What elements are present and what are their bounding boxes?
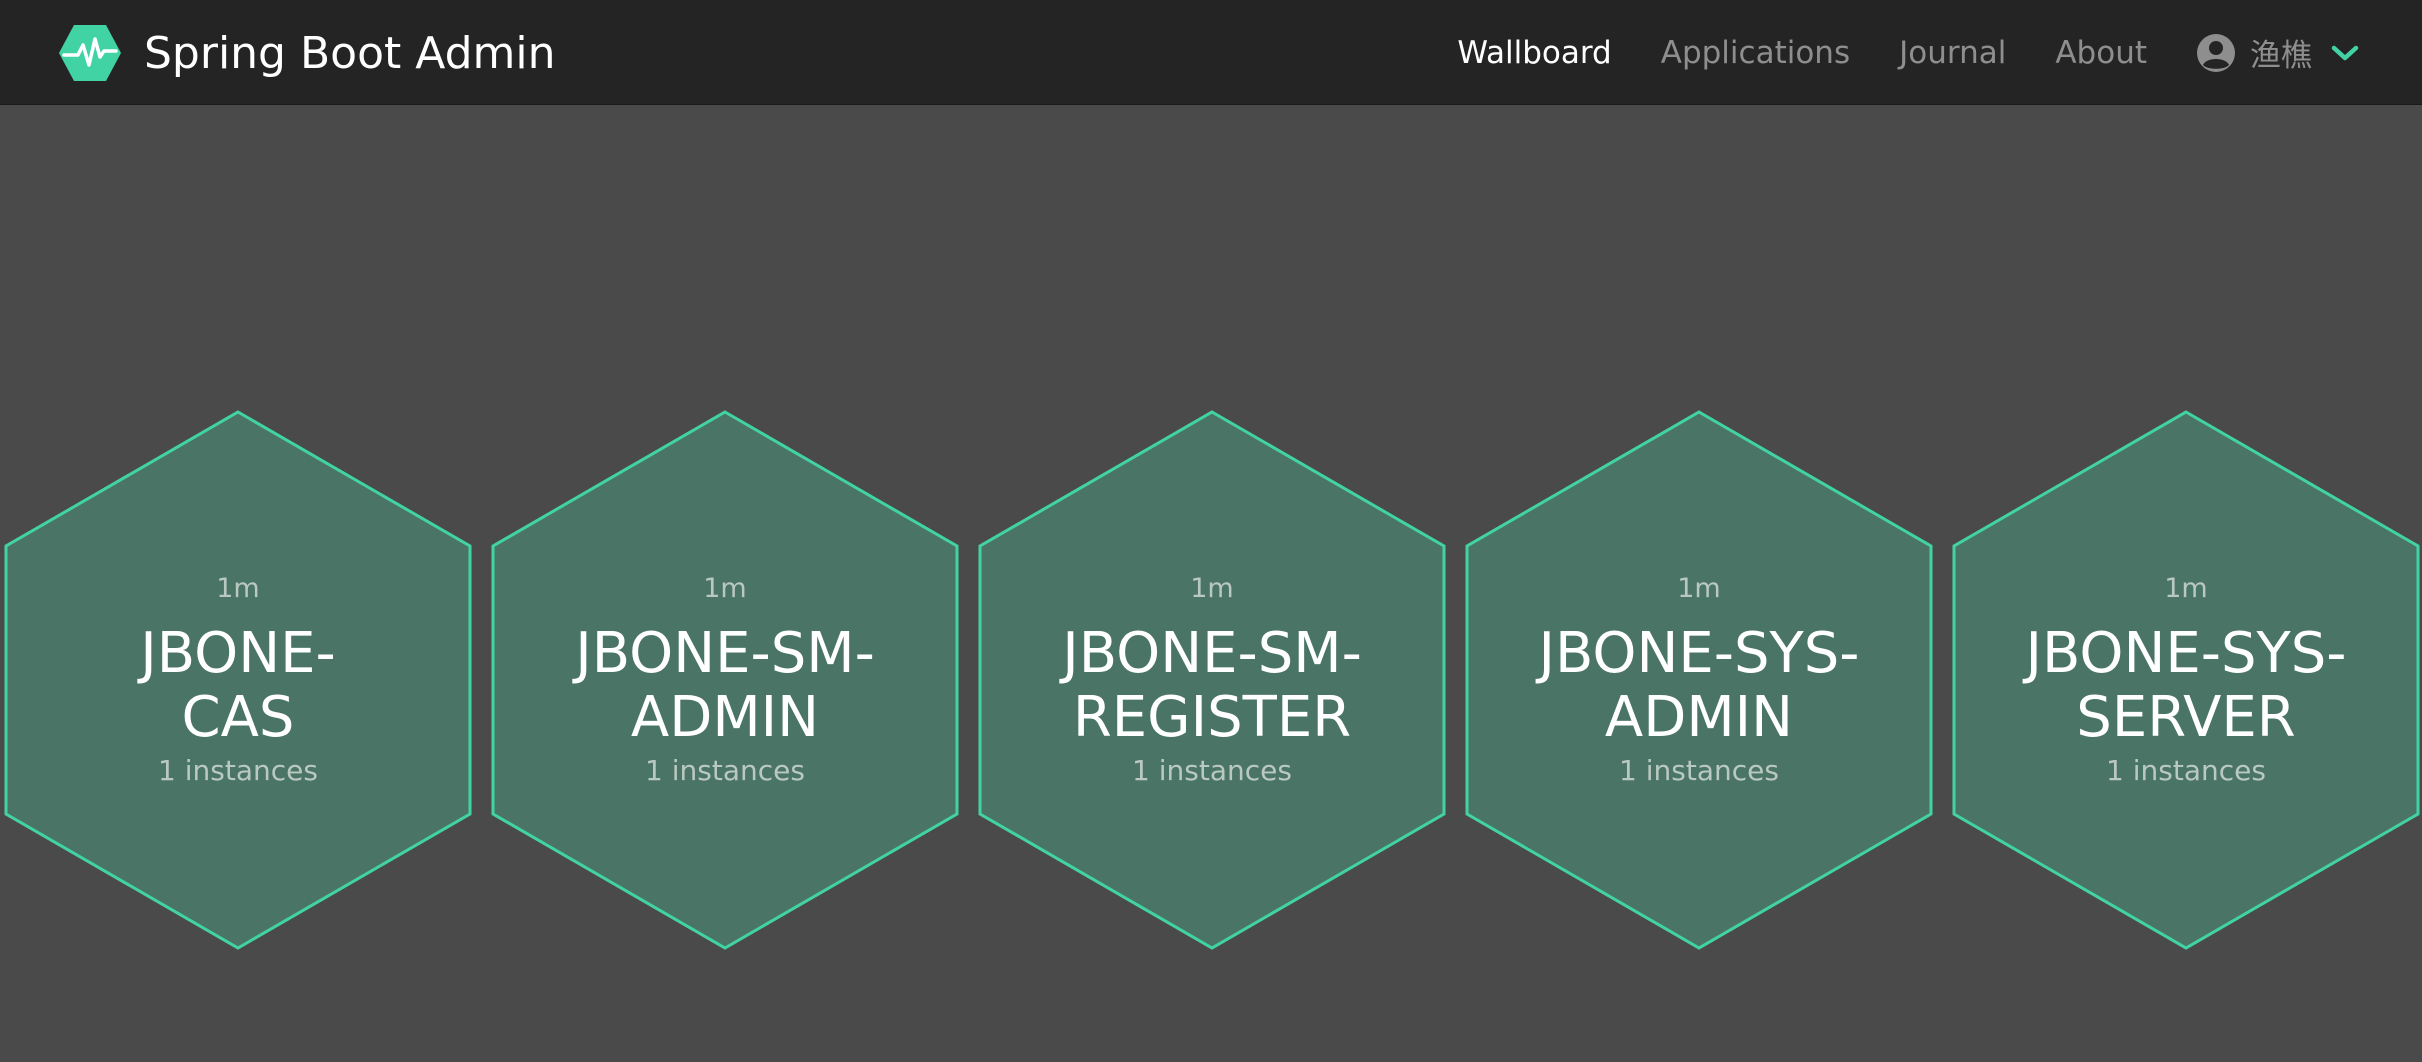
wallboard: 1m JBONE-CAS 1 instances 1m JBONE-SM-ADM… — [0, 105, 2422, 1062]
brand-title: Spring Boot Admin — [144, 27, 556, 79]
heartbeat-hexagon-logo-icon — [59, 25, 121, 81]
hexagon-content: 1m JBONE-SYS-ADMIN 1 instances — [1465, 410, 1933, 950]
nav-item-applications[interactable]: Applications — [1661, 35, 1850, 71]
nav-item-wallboard[interactable]: Wallboard — [1457, 35, 1611, 71]
application-name: JBONE-SYS-ADMIN — [1538, 621, 1860, 750]
application-instances: 1 instances — [2106, 754, 2266, 787]
application-uptime: 1m — [1190, 573, 1234, 604]
hexagon-content: 1m JBONE-CAS 1 instances — [4, 410, 472, 950]
application-hexagon-jbone-sm-admin[interactable]: 1m JBONE-SM-ADMIN 1 instances — [491, 410, 959, 950]
nav-item-about[interactable]: About — [2055, 35, 2147, 71]
application-uptime: 1m — [703, 573, 747, 604]
brand-link[interactable]: Spring Boot Admin — [58, 22, 555, 84]
application-instances: 1 instances — [1132, 754, 1292, 787]
application-instances: 1 instances — [645, 754, 805, 787]
application-instances: 1 instances — [158, 754, 318, 787]
application-hexagon-jbone-sys-admin[interactable]: 1m JBONE-SYS-ADMIN 1 instances — [1465, 410, 1933, 950]
hexagon-content: 1m JBONE-SM-ADMIN 1 instances — [491, 410, 959, 950]
application-name: JBONE-SM-REGISTER — [1062, 621, 1362, 750]
application-name: JBONE-SYS-SERVER — [2025, 621, 2347, 750]
hexagon-content: 1m JBONE-SYS-SERVER 1 instances — [1952, 410, 2420, 950]
user-menu[interactable]: 渔樵 — [2196, 30, 2360, 75]
chevron-down-icon — [2331, 45, 2359, 60]
application-hexagon-jbone-sys-server[interactable]: 1m JBONE-SYS-SERVER 1 instances — [1952, 410, 2420, 950]
application-instances: 1 instances — [1619, 754, 1779, 787]
application-name: JBONE-CAS — [140, 621, 336, 750]
application-uptime: 1m — [1677, 573, 1721, 604]
hexagon-content: 1m JBONE-SM-REGISTER 1 instances — [978, 410, 1446, 950]
application-hexagon-jbone-sm-register[interactable]: 1m JBONE-SM-REGISTER 1 instances — [978, 410, 1446, 950]
user-circle-icon — [2197, 33, 2235, 72]
application-uptime: 1m — [216, 573, 260, 604]
nav-item-journal[interactable]: Journal — [1899, 35, 2006, 71]
application-name: JBONE-SM-ADMIN — [575, 621, 875, 750]
application-uptime: 1m — [2164, 573, 2208, 604]
navbar: Spring Boot Admin Wallboard Applications… — [0, 0, 2422, 105]
application-hexagon-jbone-cas[interactable]: 1m JBONE-CAS 1 instances — [4, 410, 472, 950]
nav-menu: Wallboard Applications Journal About 渔樵 — [1408, 0, 2360, 105]
user-name: 渔樵 — [2250, 38, 2312, 74]
